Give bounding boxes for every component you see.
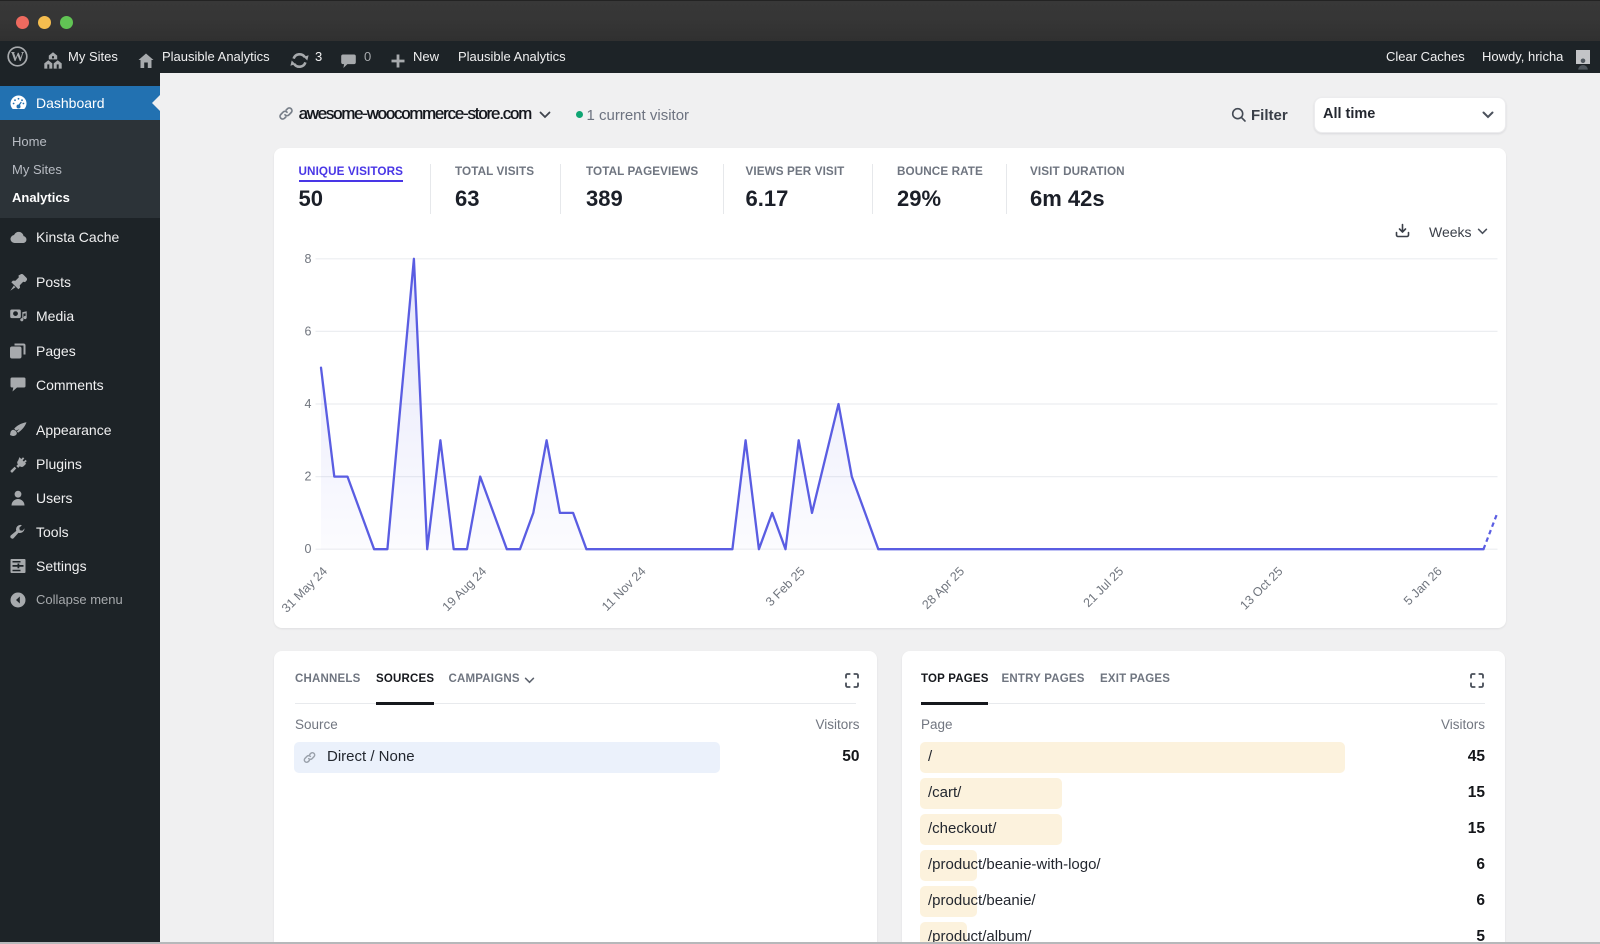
svg-text:13 Oct 25: 13 Oct 25 <box>1237 564 1285 612</box>
svg-text:8: 8 <box>304 252 311 266</box>
svg-text:0: 0 <box>304 542 311 556</box>
svg-text:28 Apr 25: 28 Apr 25 <box>919 564 967 612</box>
svg-text:2: 2 <box>304 470 311 484</box>
svg-text:5 Jan 26: 5 Jan 26 <box>1401 564 1445 608</box>
svg-text:6: 6 <box>304 324 311 338</box>
svg-text:19 Aug 24: 19 Aug 24 <box>439 564 489 614</box>
svg-text:31 May 24: 31 May 24 <box>278 564 329 615</box>
svg-text:4: 4 <box>304 397 311 411</box>
svg-text:W: W <box>11 49 25 64</box>
svg-text:11 Nov 24: 11 Nov 24 <box>599 564 649 614</box>
svg-text:3 Feb 25: 3 Feb 25 <box>763 564 808 609</box>
svg-text:21 Jul 25: 21 Jul 25 <box>1080 564 1126 610</box>
